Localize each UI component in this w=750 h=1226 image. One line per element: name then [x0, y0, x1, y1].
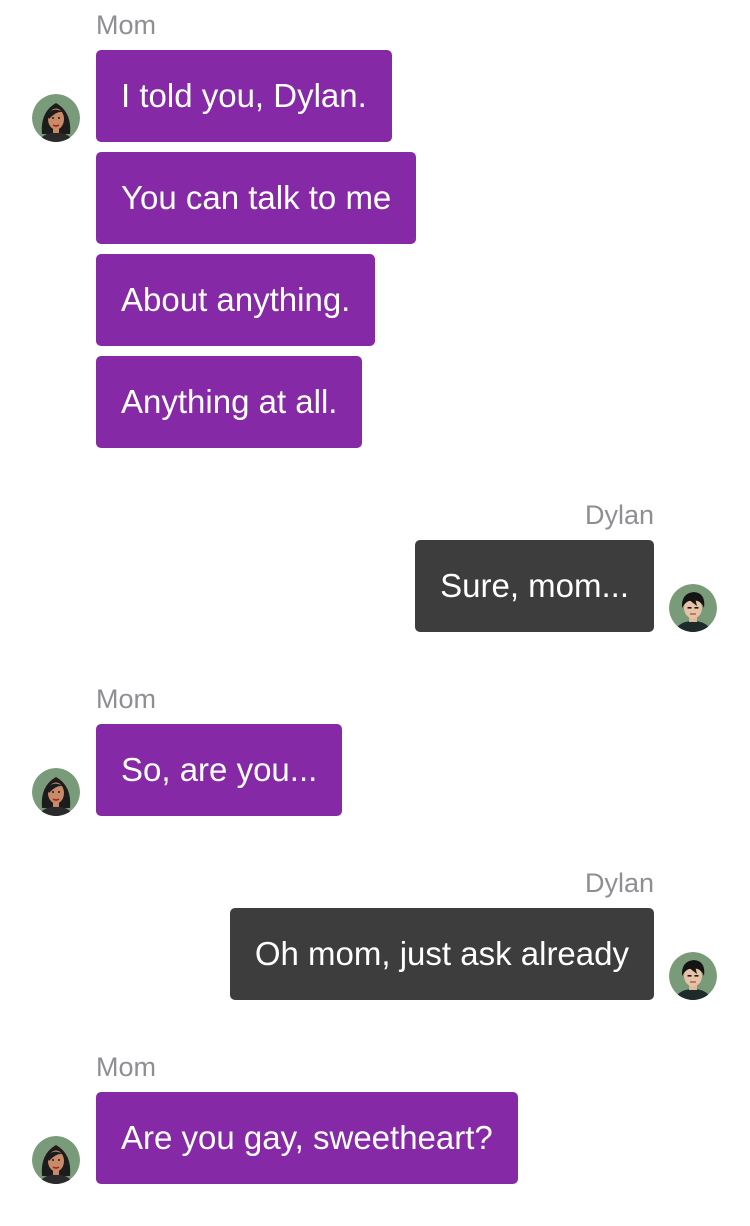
message-bubble[interactable]: You can talk to me — [96, 152, 417, 244]
sender-name: Mom — [96, 1052, 156, 1082]
sender-name: Dylan — [584, 500, 654, 530]
dylan-avatar-icon[interactable] — [669, 952, 717, 1000]
mom-avatar-icon[interactable] — [32, 94, 80, 142]
mom-avatar-icon[interactable] — [32, 768, 80, 816]
message-bubble[interactable]: Sure, mom... — [415, 540, 654, 632]
message-bubble[interactable]: Anything at all. — [96, 356, 363, 448]
message-bubble[interactable]: I told you, Dylan. — [96, 50, 392, 142]
mom-avatar-icon[interactable] — [32, 1136, 80, 1184]
sender-name: Dylan — [584, 868, 654, 898]
sender-name: Mom — [96, 10, 156, 40]
message-bubble[interactable]: About anything. — [96, 254, 376, 346]
message-bubble[interactable]: So, are you... — [96, 724, 343, 816]
sender-name: Mom — [96, 684, 156, 714]
dylan-avatar-icon[interactable] — [669, 584, 717, 632]
message-bubble[interactable]: Are you gay, sweetheart? — [96, 1092, 518, 1184]
message-bubble[interactable]: Oh mom, just ask already — [229, 908, 654, 1000]
